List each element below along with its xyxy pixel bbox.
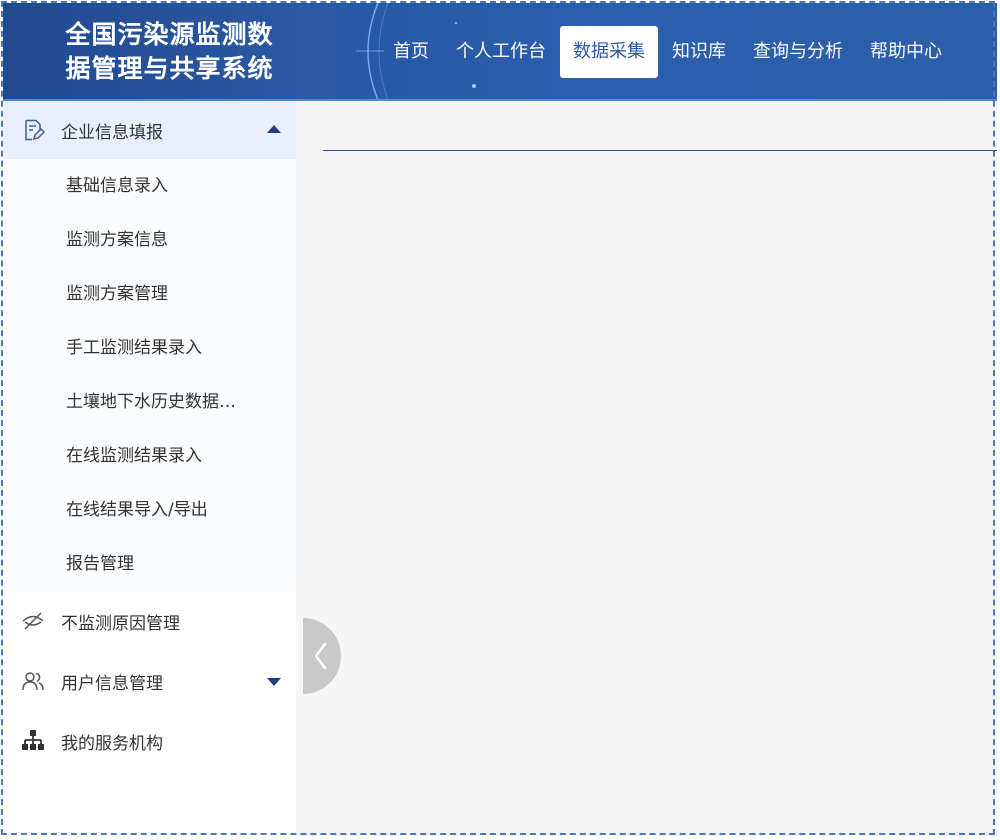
edit-document-icon (25, 119, 45, 141)
top-header: 全国污染源监测数 据管理与共享系统 首页 个人工作台 数据采集 知识库 查询与分… (3, 3, 997, 100)
nav-home[interactable]: 首页 (380, 26, 442, 78)
sidebar-group-service-org[interactable]: 我的服务机构 (3, 711, 296, 771)
sidebar-group-label: 用户信息管理 (61, 673, 163, 694)
users-icon (22, 672, 44, 691)
submenu-enterprise-info: 基础信息录入 监测方案信息 监测方案管理 手工监测结果录入 土壤地下水历史数据…… (3, 159, 296, 591)
app-title: 全国污染源监测数 据管理与共享系统 (65, 18, 273, 86)
sidebar-item-monitoring-plan-info[interactable]: 监测方案信息 (3, 213, 296, 267)
sidebar-item-monitoring-plan-manage[interactable]: 监测方案管理 (3, 267, 296, 321)
chevron-left-icon (314, 642, 327, 670)
eye-off-icon (22, 612, 44, 630)
app-title-line2: 据管理与共享系统 (65, 53, 274, 83)
sidebar-group-user-info[interactable]: 用户信息管理 (3, 651, 296, 711)
sidebar-item-manual-results[interactable]: 手工监测结果录入 (3, 321, 296, 375)
sidebar-item-basic-info[interactable]: 基础信息录入 (3, 159, 296, 213)
sidebar-item-report-manage[interactable]: 报告管理 (3, 537, 296, 591)
caret-down-icon (267, 678, 281, 686)
content-divider (323, 150, 997, 151)
nav-data-collection[interactable]: 数据采集 (560, 25, 658, 78)
main-content (296, 101, 997, 836)
sidebar-group-label: 不监测原因管理 (61, 613, 180, 634)
sidebar-group-enterprise-info[interactable]: 企业信息填报 (3, 101, 296, 159)
nav-workbench[interactable]: 个人工作台 (443, 26, 559, 78)
sidebar-item-soil-history[interactable]: 土壤地下水历史数据… (3, 375, 296, 429)
sidebar: 企业信息填报 基础信息录入 监测方案信息 监测方案管理 手工监测结果录入 土壤地… (3, 101, 296, 836)
nav-knowledge-base[interactable]: 知识库 (659, 26, 739, 78)
sidebar-group-label: 我的服务机构 (61, 733, 163, 754)
sidebar-group-label: 企业信息填报 (61, 122, 163, 143)
brand: 全国污染源监测数 据管理与共享系统 (3, 3, 336, 100)
sidebar-item-online-import-export[interactable]: 在线结果导入/导出 (3, 483, 296, 537)
org-chart-icon (22, 730, 44, 750)
sidebar-group-no-monitoring[interactable]: 不监测原因管理 (3, 591, 296, 651)
main-nav: 首页 个人工作台 数据采集 知识库 查询与分析 帮助中心 (380, 3, 956, 100)
sidebar-item-online-results[interactable]: 在线监测结果录入 (3, 429, 296, 483)
nav-help-center[interactable]: 帮助中心 (857, 26, 955, 78)
app-title-line1: 全国污染源监测数 (65, 19, 274, 49)
caret-up-icon (267, 125, 281, 133)
nav-query-analysis[interactable]: 查询与分析 (740, 26, 856, 78)
